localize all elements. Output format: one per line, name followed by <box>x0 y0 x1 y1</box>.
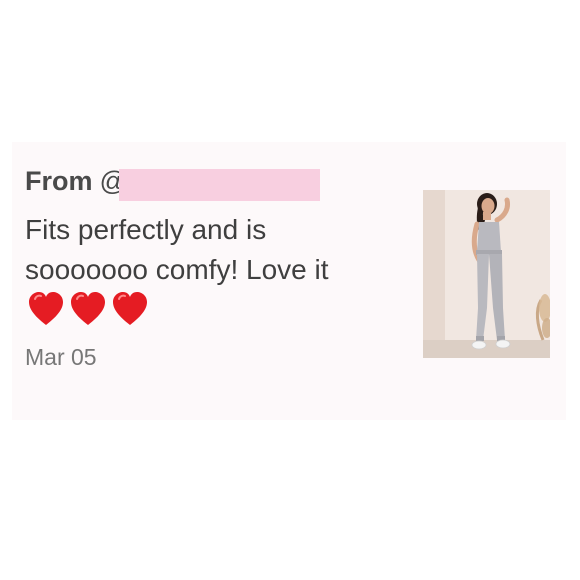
from-label: From <box>25 166 93 196</box>
heart-icon <box>113 292 147 325</box>
review-from: From @ <box>25 166 127 197</box>
product-photo[interactable] <box>423 190 550 358</box>
review-body: Fits perfectly and is sooooooo comfy! Lo… <box>25 210 375 330</box>
review-date: Mar 05 <box>25 344 97 370</box>
heart-emojis <box>27 291 149 327</box>
product-photo-illustration <box>423 190 550 358</box>
heart-icon <box>71 292 105 325</box>
review-card: From @ Fits perfectly and is sooooooo co… <box>12 142 566 420</box>
redacted-username <box>119 169 320 201</box>
heart-icon <box>29 292 63 325</box>
review-text: Fits perfectly and is sooooooo comfy! Lo… <box>25 214 329 285</box>
